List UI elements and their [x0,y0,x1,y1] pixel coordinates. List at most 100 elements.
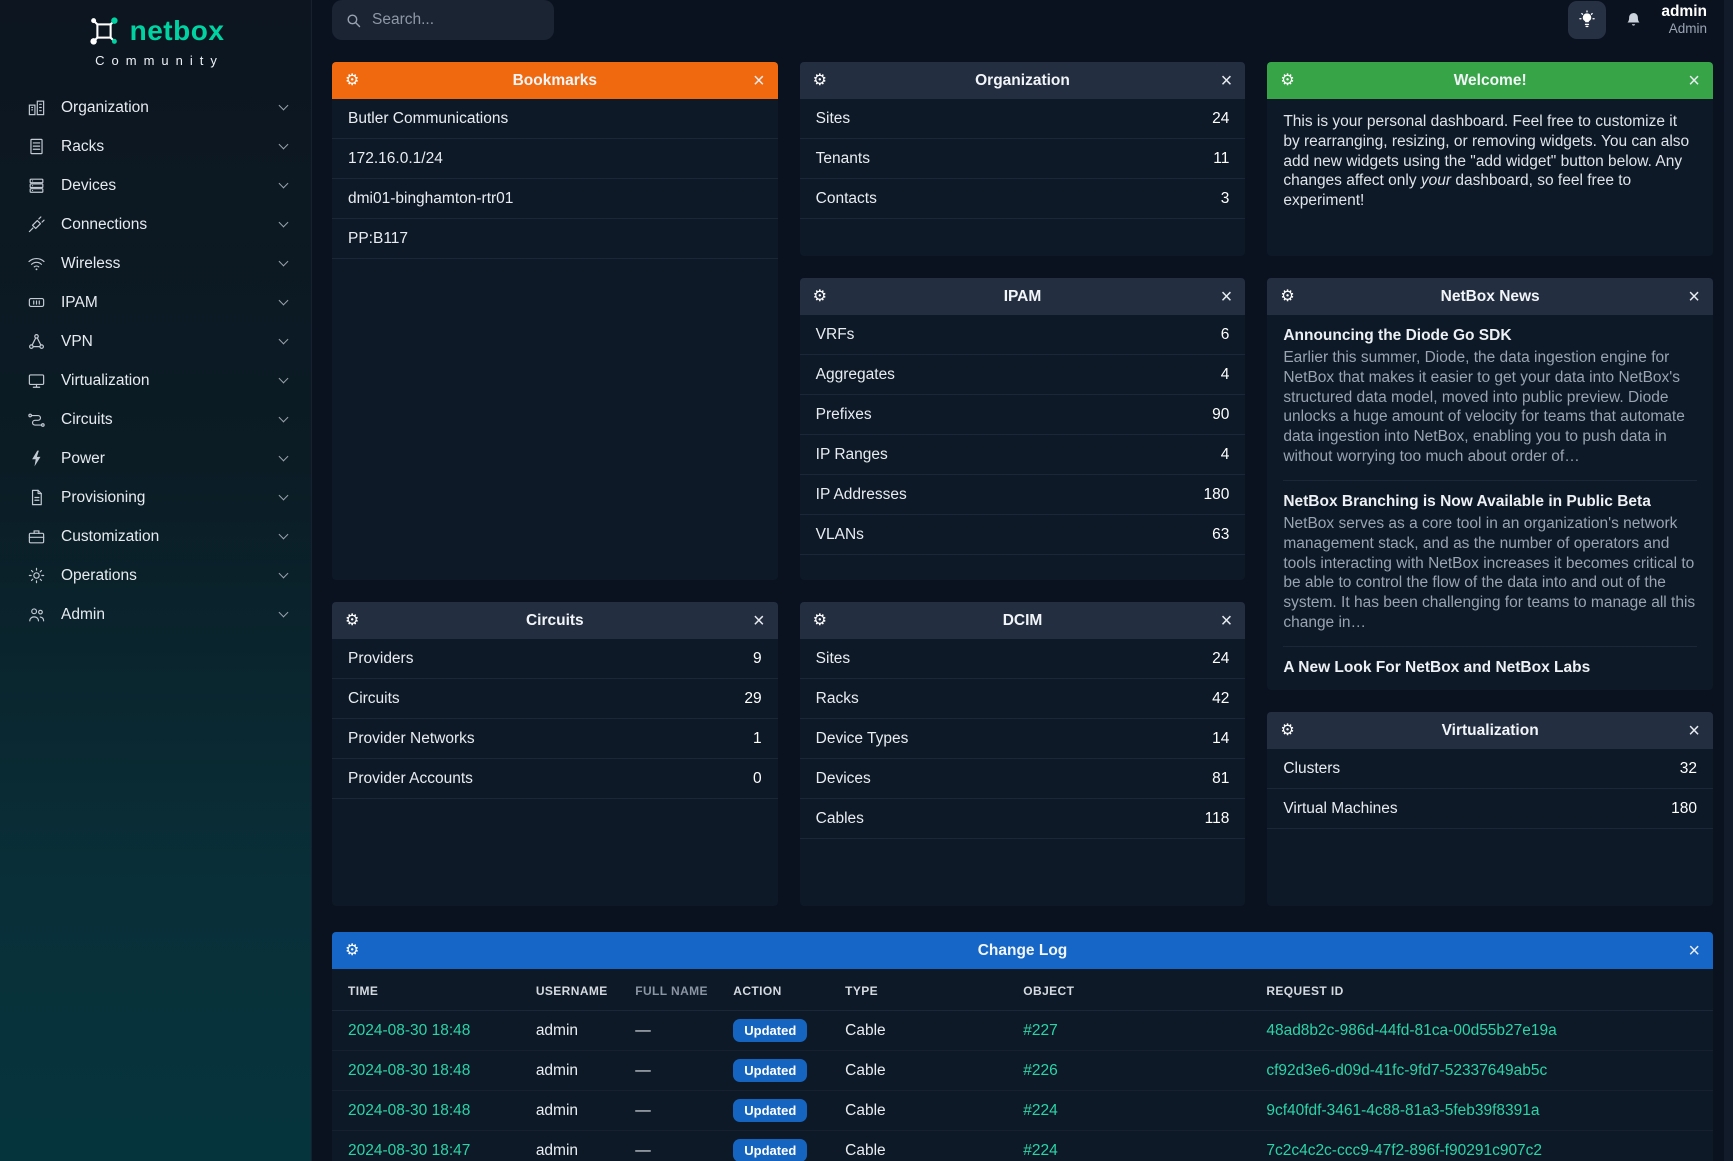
circuits-icon [26,410,46,430]
widget-settings-icon[interactable]: ⚙ [813,73,827,89]
widget-settings-icon[interactable]: ⚙ [345,613,359,629]
news-article-body: Earlier this summer, Diode, the data ing… [1283,348,1697,467]
bookmark-item[interactable]: Butler Communications [332,99,778,139]
brand[interactable]: netbox Community [0,0,311,68]
bookmark-item[interactable]: PP:B117 [332,219,778,259]
widget-settings-icon[interactable]: ⚙ [1280,289,1294,305]
change-time-link[interactable]: 2024-08-30 18:48 [348,1022,470,1039]
sidebar-item-circuits[interactable]: Circuits [0,400,311,439]
sidebar-item-organization[interactable]: Organization [0,88,311,127]
change-full-name: — [619,1091,717,1131]
chevron-down-icon [279,101,289,111]
column-header-type[interactable]: TYPE [829,969,1007,1011]
object-link[interactable]: #224 [1023,1142,1057,1159]
search-box[interactable] [332,0,554,40]
widget-close-icon[interactable]: × [753,611,765,631]
change-full-name: — [619,1051,717,1091]
sidebar-item-admin[interactable]: Admin [0,595,311,634]
widget-settings-icon[interactable]: ⚙ [813,289,827,305]
bookmark-item[interactable]: dmi01-binghamton-rtr01 [332,179,778,219]
column-header-action[interactable]: ACTION [717,969,829,1011]
widget-close-icon[interactable]: × [1221,71,1233,91]
dcim-widget: ⚙ DCIM × Sites24 Racks42 Device Types14 … [800,602,1246,906]
widget-title: DCIM [1003,612,1043,630]
widget-settings-icon[interactable]: ⚙ [813,613,827,629]
column-header-username[interactable]: USERNAME [520,969,619,1011]
user-menu[interactable]: admin Admin [1661,3,1707,37]
dashboard: ⚙ Bookmarks × Butler Communications 172.… [312,40,1733,1161]
stat-row: Prefixes90 [800,395,1246,435]
change-log-widget: ⚙ Change Log × TIME USERNAME FULL NAME A… [332,932,1713,1161]
widget-close-icon[interactable]: × [1688,941,1700,961]
virtualization-icon [26,371,46,391]
search-input[interactable] [372,11,541,29]
ipam-icon [26,293,46,313]
sidebar-item-virtualization[interactable]: Virtualization [0,361,311,400]
widget-close-icon[interactable]: × [1688,721,1700,741]
news-article: Announcing the Diode Go SDK Earlier this… [1283,315,1697,481]
chevron-down-icon [279,335,289,345]
request-id-link[interactable]: 9cf40fdf-3461-4c88-81a3-5feb39f8391a [1266,1102,1539,1119]
netbox-logo-icon [87,14,121,48]
sidebar-item-devices[interactable]: Devices [0,166,311,205]
sidebar-item-operations[interactable]: Operations [0,556,311,595]
column-header-full-name[interactable]: FULL NAME [619,969,717,1011]
bookmark-item[interactable]: 172.16.0.1/24 [332,139,778,179]
widget-close-icon[interactable]: × [1688,71,1700,91]
widget-title: Welcome! [1454,72,1527,90]
brand-name: netbox [130,15,225,47]
sidebar-item-vpn[interactable]: VPN [0,322,311,361]
change-type: Cable [829,1011,1007,1051]
stat-row: IP Ranges4 [800,435,1246,475]
brand-subtitle: Community [95,53,224,68]
widget-settings-icon[interactable]: ⚙ [345,943,359,959]
news-article-title[interactable]: NetBox Branching is Now Available in Pub… [1283,493,1697,511]
column-header-request-id[interactable]: REQUEST ID [1250,969,1713,1011]
widget-close-icon[interactable]: × [1221,287,1233,307]
sidebar-item-racks[interactable]: Racks [0,127,311,166]
change-time-link[interactable]: 2024-08-30 18:47 [348,1142,470,1159]
sidebar-item-ipam[interactable]: IPAM [0,283,311,322]
news-article-body: NetBox serves as a core tool in an organ… [1283,514,1697,633]
sidebar-item-provisioning[interactable]: Provisioning [0,478,311,517]
main-content: admin Admin ⚙ Bookmarks × Butler Communi… [312,0,1733,1161]
lightbulb-icon [1577,10,1597,30]
stat-row: Provider Accounts0 [332,759,778,799]
chevron-down-icon [279,452,289,462]
request-id-link[interactable]: 48ad8b2c-986d-44fd-81ca-00d55b27e19a [1266,1022,1556,1039]
news-article-title[interactable]: Announcing the Diode Go SDK [1283,327,1697,345]
notifications-button[interactable] [1623,10,1644,31]
stat-row: Contacts3 [800,179,1246,219]
news-article-title[interactable]: A New Look For NetBox and NetBox Labs [1283,659,1697,677]
widget-close-icon[interactable]: × [1221,611,1233,631]
table-row: 2024-08-30 18:48 admin — Updated Cable #… [332,1011,1713,1051]
column-header-time[interactable]: TIME [332,969,520,1011]
stat-row: Aggregates4 [800,355,1246,395]
widget-settings-icon[interactable]: ⚙ [345,73,359,89]
widget-close-icon[interactable]: × [1688,287,1700,307]
widget-settings-icon[interactable]: ⚙ [1280,73,1294,89]
widget-title: Circuits [526,612,584,630]
sidebar-item-power[interactable]: Power [0,439,311,478]
column-header-object[interactable]: OBJECT [1007,969,1250,1011]
action-badge: Updated [733,1059,807,1082]
object-link[interactable]: #227 [1023,1022,1057,1039]
object-link[interactable]: #224 [1023,1102,1057,1119]
request-id-link[interactable]: 7c2c4c2c-ccc9-47f2-896f-f90291c907c2 [1266,1142,1542,1159]
virtualization-widget: ⚙ Virtualization × Clusters32 Virtual Ma… [1267,712,1713,906]
request-id-link[interactable]: cf92d3e6-d09d-41fc-9fd7-52337649ab5c [1266,1062,1547,1079]
operations-icon [26,566,46,586]
sidebar-item-customization[interactable]: Customization [0,517,311,556]
change-time-link[interactable]: 2024-08-30 18:48 [348,1062,470,1079]
sidebar-item-wireless[interactable]: Wireless [0,244,311,283]
scrollbar[interactable] [1724,0,1733,1161]
change-time-link[interactable]: 2024-08-30 18:48 [348,1102,470,1119]
theme-toggle-button[interactable] [1568,1,1606,39]
widget-title: Change Log [978,942,1068,960]
object-link[interactable]: #226 [1023,1062,1057,1079]
widget-settings-icon[interactable]: ⚙ [1280,723,1294,739]
sidebar-item-connections[interactable]: Connections [0,205,311,244]
user-role: Admin [1661,21,1707,37]
chevron-down-icon [279,491,289,501]
widget-close-icon[interactable]: × [753,71,765,91]
